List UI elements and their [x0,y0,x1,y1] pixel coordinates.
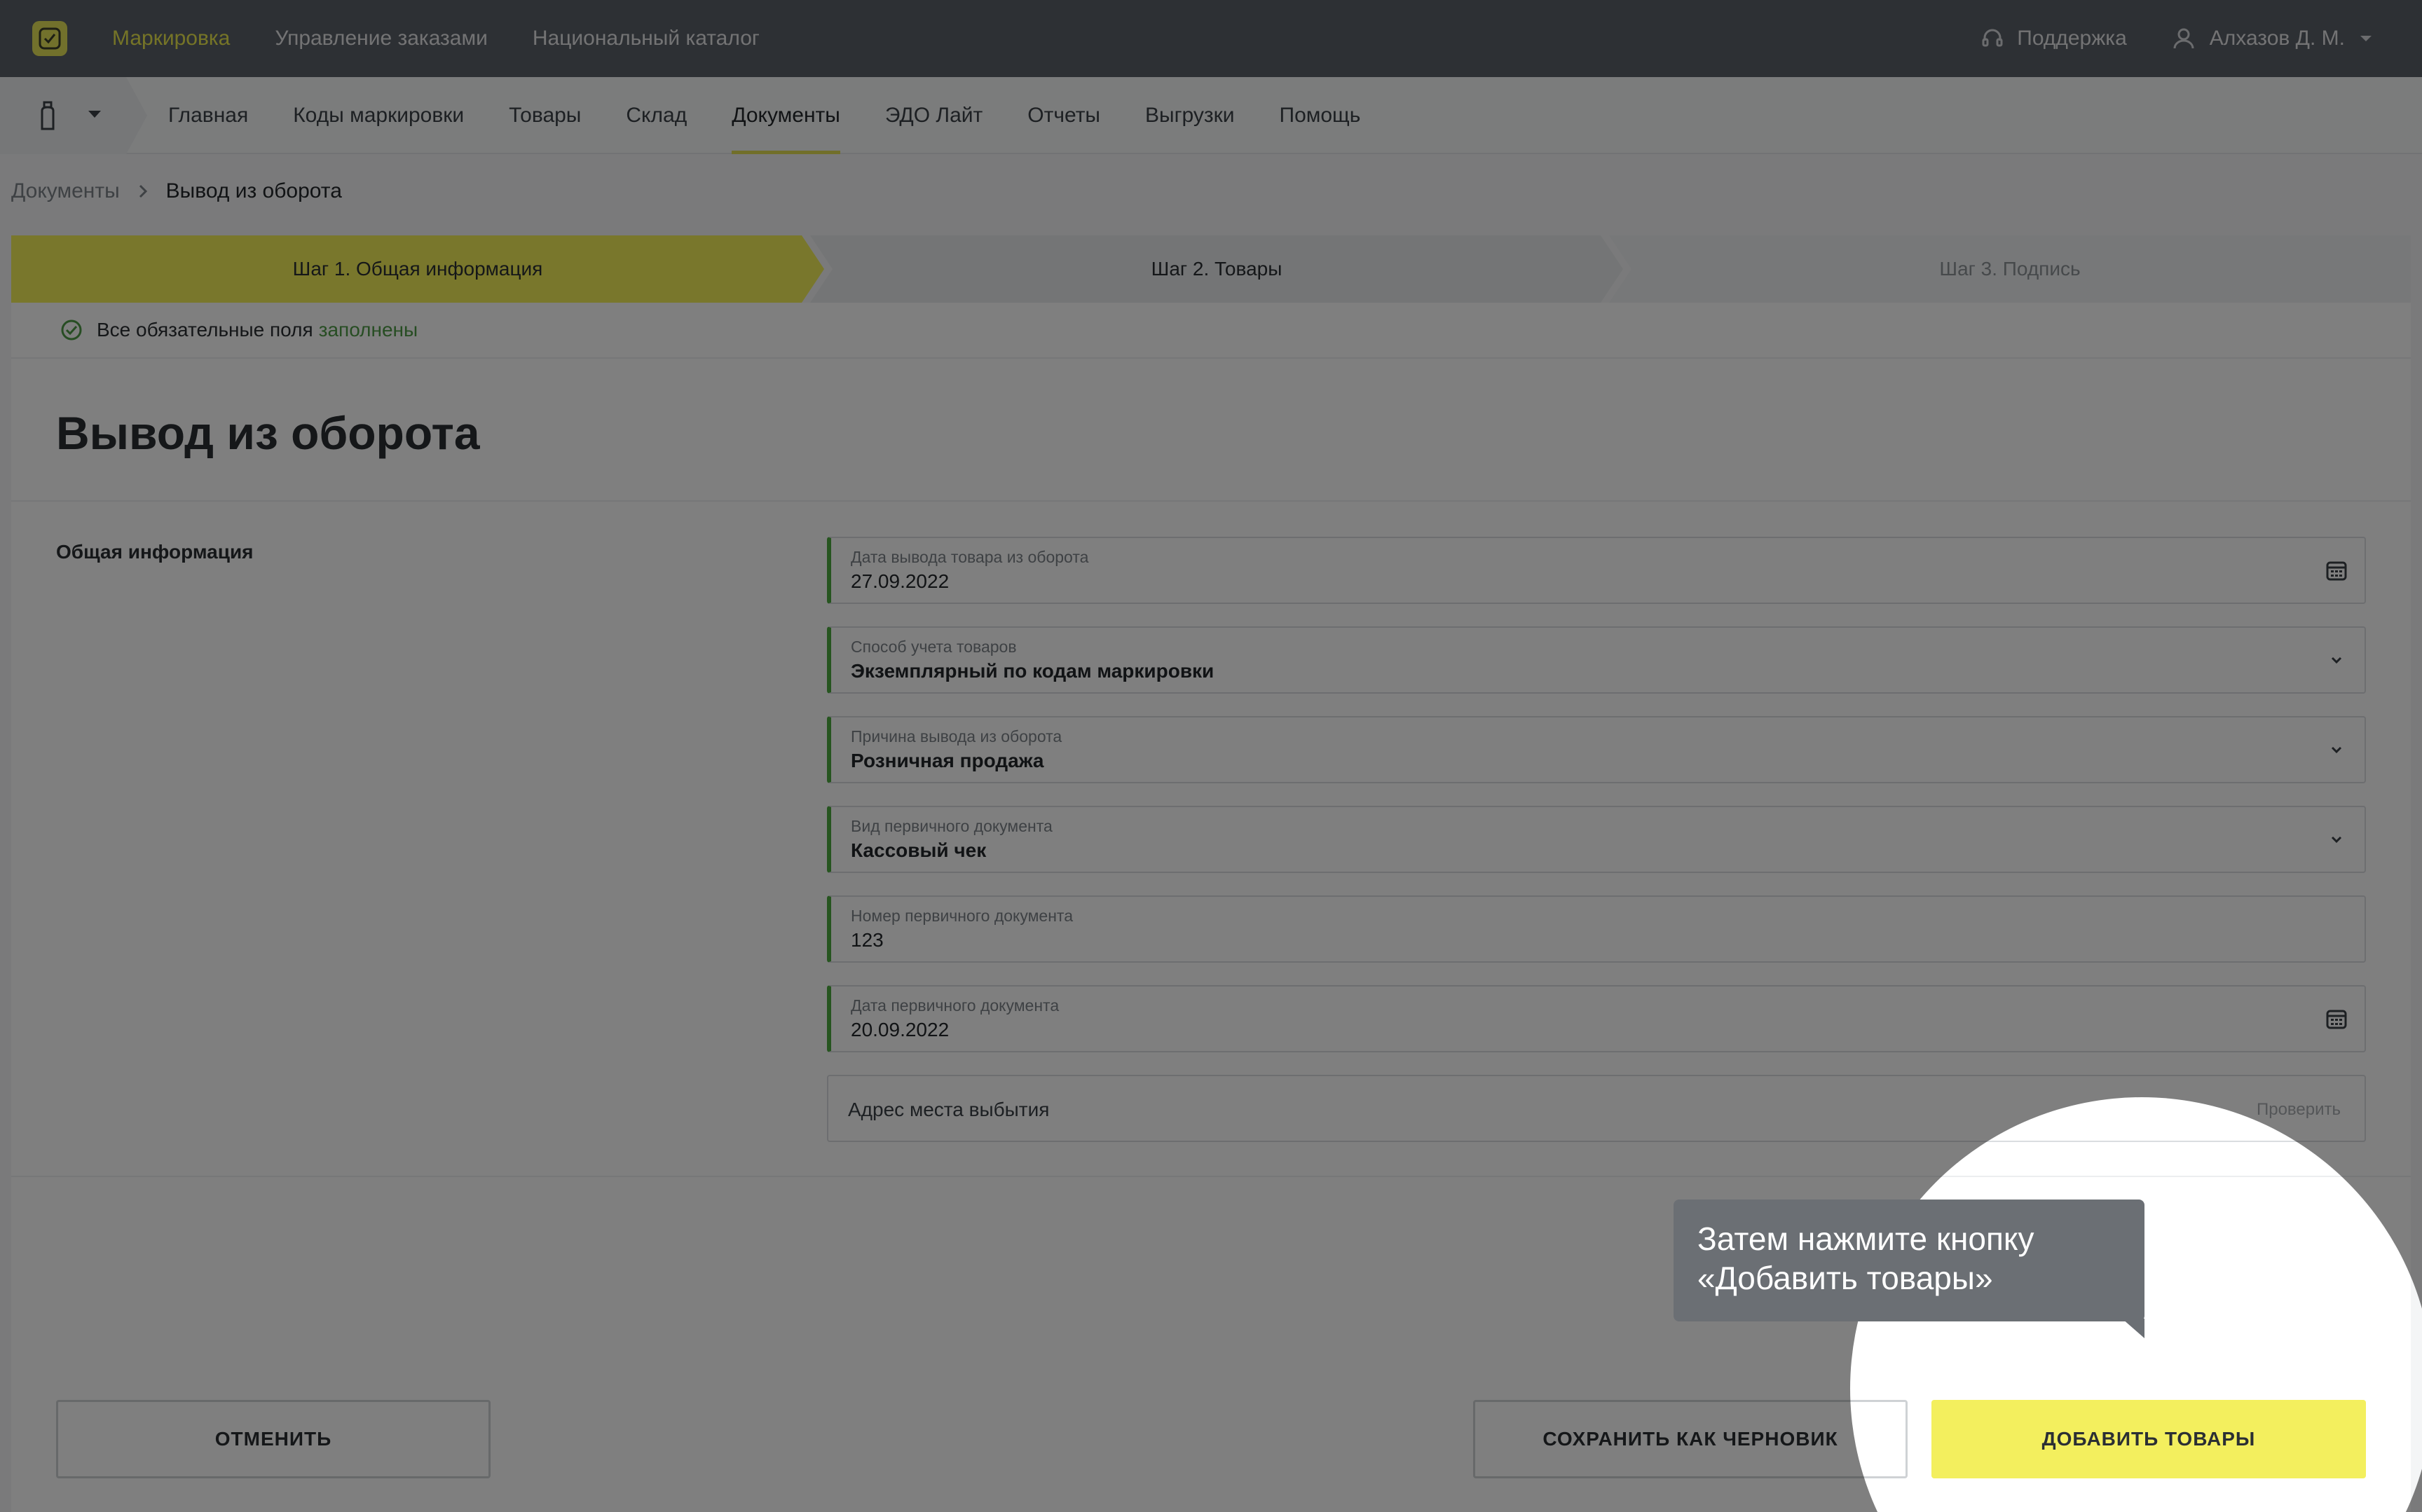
nav-item-home[interactable]: Главная [168,77,248,154]
step-1-general-info[interactable]: Шаг 1. Общая информация [11,235,824,303]
chevron-down-icon[interactable] [2322,825,2351,853]
calendar-icon[interactable] [2322,556,2351,584]
user-menu[interactable]: Алхазов Д. М. [2172,27,2373,50]
field-label: Дата первичного документа [851,996,1060,1015]
top-right: Поддержка Алхазов Д. М. [1980,0,2373,77]
chevron-right-icon [139,184,147,198]
field-value: 123 [851,929,884,951]
tooltip-pointer [2122,1319,2144,1338]
field-value: 27.09.2022 [851,570,950,592]
logo-icon[interactable] [32,21,67,56]
check-circle-icon [61,319,82,341]
page-title: Вывод из оборота [56,407,480,459]
nav-item-documents[interactable]: Документы [732,77,840,154]
withdrawal-date-field[interactable]: Дата вывода товара из оборота 27.09.2022 [827,537,2366,604]
field-label: Способ учета товаров [851,638,1017,656]
step-2-goods[interactable]: Шаг 2. Товары [810,235,1623,303]
validation-status-word: заполнены [318,319,418,341]
nav-item-edo-lite[interactable]: ЭДО Лайт [885,77,983,154]
divider [11,1176,2411,1177]
primary-document-date-field[interactable]: Дата первичного документа 20.09.2022 [827,985,2366,1052]
primary-document-type-select[interactable]: Вид первичного документа Кассовый чек [827,806,2366,873]
document-form-card: Все обязательные поля заполнены Вывод из… [11,303,2411,1512]
section-label: Общая информация [56,541,254,563]
user-name: Алхазов Д. М. [2209,27,2345,50]
app-root: Маркировка Управление заказами Националь… [0,0,2422,1512]
stepper: Шаг 3. Подпись Шаг 2. Товары Шаг 1. Обща… [11,235,2411,303]
support-link[interactable]: Поддержка [1980,27,2127,50]
top-nav-item-catalog[interactable]: Национальный каталог [533,27,760,50]
user-icon [2173,28,2194,49]
breadcrumb-documents-link[interactable]: Документы [11,179,120,203]
product-group-switcher[interactable] [0,77,147,154]
field-label: Вид первичного документа [851,817,1053,835]
secondary-nav-items: Главная Коды маркировки Товары Склад Док… [168,77,1405,154]
form-fields: Дата вывода товара из оборота 27.09.2022… [827,537,2366,1164]
field-value: Экземплярный по кодам маркировки [851,660,1215,682]
top-nav: Маркировка Управление заказами Националь… [112,0,805,77]
save-draft-button[interactable]: СОХРАНИТЬ КАК ЧЕРНОВИК [1473,1400,1908,1478]
breadcrumb: Документы Вывод из оборота [11,179,342,203]
chevron-down-icon[interactable] [2322,736,2351,764]
field-value: Розничная продажа [851,750,1044,771]
check-address-button[interactable]: Проверить [2257,1100,2341,1120]
accounting-method-select[interactable]: Способ учета товаров Экземплярный по код… [827,626,2366,694]
field-value: Кассовый чек [851,839,987,861]
logo-mark [39,27,61,50]
support-label: Поддержка [2017,27,2127,50]
tooltip-line-1: Затем нажмите кнопку [1697,1221,2034,1257]
field-label: Причина вывода из оборота [851,727,1062,745]
chevron-down-icon[interactable] [2322,646,2351,674]
validation-status: Все обязательные поля заполнены [11,303,2411,359]
step-3-signature[interactable]: Шаг 3. Подпись [1609,235,2411,303]
withdrawal-reason-select[interactable]: Причина вывода из оборота Розничная прод… [827,716,2366,783]
nav-item-exports[interactable]: Выгрузки [1145,77,1235,154]
tutorial-tooltip: Затем нажмите кнопку «Добавить товары» [1674,1200,2144,1321]
add-goods-button[interactable]: ДОБАВИТЬ ТОВАРЫ [1931,1400,2366,1478]
nav-item-warehouse[interactable]: Склад [626,77,687,154]
divider [11,500,2411,502]
breadcrumb-current: Вывод из оборота [165,179,342,202]
departure-address-field[interactable]: Адрес места выбытия Проверить [827,1075,2366,1142]
caret-down-icon [2360,36,2372,41]
top-bar: Маркировка Управление заказами Националь… [0,0,2422,77]
top-nav-item-orders[interactable]: Управление заказами [275,27,488,50]
field-label: Дата вывода товара из оборота [851,548,1089,566]
field-value: 20.09.2022 [851,1019,950,1040]
bottle-icon [41,101,55,130]
tooltip-line-2: «Добавить товары» [1697,1260,1993,1296]
nav-item-reports[interactable]: Отчеты [1027,77,1100,154]
address-placeholder: Адрес места выбытия [848,1099,1050,1120]
nav-item-help[interactable]: Помощь [1280,77,1361,154]
nav-item-codes[interactable]: Коды маркировки [293,77,464,154]
secondary-nav: Главная Коды маркировки Товары Склад Док… [0,77,2422,154]
caret-down-icon [88,111,101,118]
cancel-button[interactable]: ОТМЕНИТЬ [56,1400,491,1478]
primary-document-number-field[interactable]: Номер первичного документа 123 [827,895,2366,963]
validation-text: Все обязательные поля [97,319,313,341]
top-nav-item-marking[interactable]: Маркировка [112,27,230,50]
headset-icon [1982,29,2003,47]
calendar-icon[interactable] [2322,1005,2351,1033]
nav-item-goods[interactable]: Товары [509,77,581,154]
field-label: Номер первичного документа [851,907,1073,925]
